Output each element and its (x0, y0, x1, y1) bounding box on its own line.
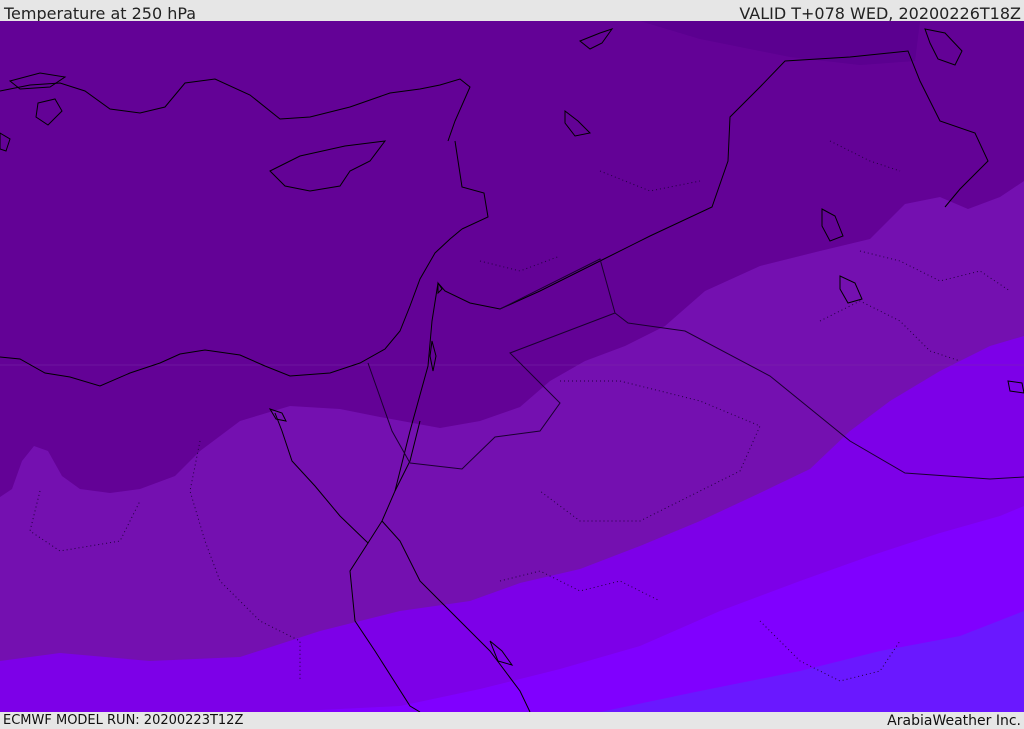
model-run-label: ECMWF MODEL RUN: 20200223T12Z (3, 713, 244, 728)
credit-label: ArabiaWeather Inc. (887, 713, 1021, 729)
map-canvas (0, 21, 1024, 712)
weather-map[interactable] (0, 21, 1024, 712)
